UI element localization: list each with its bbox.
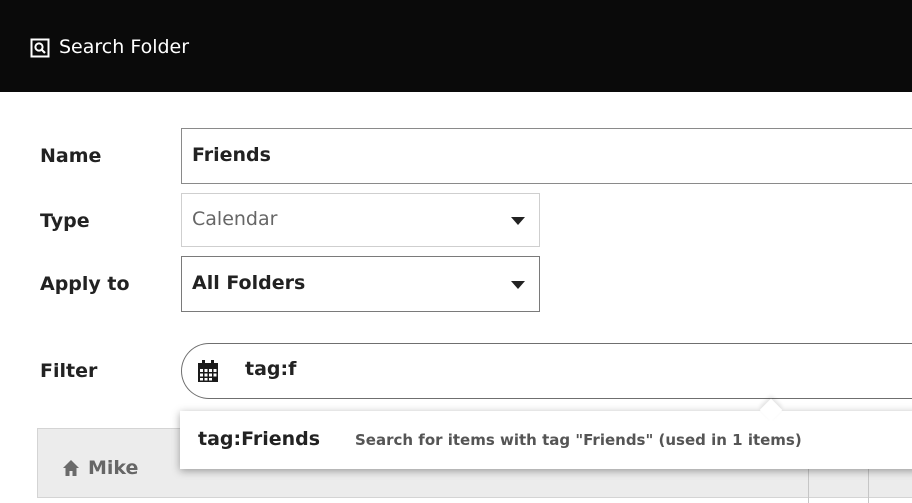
type-select[interactable]: Calendar: [181, 193, 540, 247]
tree-item-mike[interactable]: Mike: [88, 457, 138, 479]
filter-input[interactable]: tag:f: [181, 343, 912, 399]
chevron-down-icon: [511, 217, 525, 225]
search-folder-icon: [30, 38, 50, 58]
type-label: Type: [40, 210, 90, 232]
dialog-titlebar: Search Folder: [0, 0, 912, 92]
name-input-value: Friends: [192, 144, 271, 166]
name-input[interactable]: Friends: [181, 128, 912, 184]
column-divider: [868, 463, 869, 503]
column-divider: [808, 463, 809, 503]
suggestion-description: Search for items with tag "Friends" (use…: [355, 431, 802, 449]
name-label: Name: [40, 145, 102, 167]
apply-to-label: Apply to: [40, 273, 130, 295]
suggestion-pointer: [759, 398, 783, 422]
apply-to-select[interactable]: All Folders: [181, 256, 540, 312]
home-icon: [63, 460, 79, 476]
filter-label: Filter: [40, 360, 98, 382]
suggestion-value: tag:Friends: [198, 428, 321, 450]
dialog-title: Search Folder: [59, 36, 190, 58]
autocomplete-suggestion[interactable]: tag:Friends Search for items with tag "F…: [180, 398, 912, 469]
filter-input-value: tag:f: [245, 358, 297, 380]
type-select-value: Calendar: [192, 208, 278, 230]
chevron-down-icon: [511, 281, 525, 289]
apply-to-select-value: All Folders: [192, 272, 306, 294]
calendar-icon: [198, 360, 218, 382]
